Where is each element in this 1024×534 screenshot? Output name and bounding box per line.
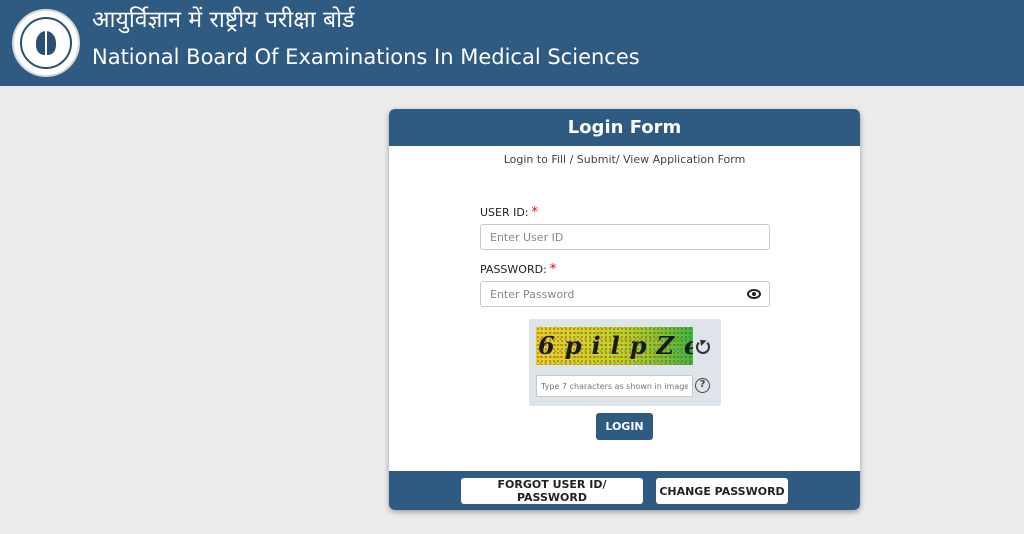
login-form-subtitle: Login to Fill / Submit/ View Application…	[503, 153, 746, 166]
eye-icon[interactable]	[747, 289, 761, 299]
site-header: आयुर्विज्ञान में राष्ट्रीय परीक्षा बोर्ड…	[0, 0, 1024, 86]
user-id-input[interactable]	[480, 224, 770, 250]
login-form-footer: FORGOT USER ID/ PASSWORD CHANGE PASSWORD	[389, 471, 860, 510]
site-title-hindi: आयुर्विज्ञान में राष्ट्रीय परीक्षा बोर्ड	[92, 7, 355, 33]
change-password-button[interactable]: CHANGE PASSWORD	[656, 478, 788, 504]
login-form-header: Login Form	[389, 109, 860, 146]
user-id-label-text: USER ID:	[480, 206, 529, 219]
help-icon[interactable]: ?	[695, 378, 710, 393]
refresh-arrow	[697, 336, 707, 347]
logo-staff	[45, 29, 47, 59]
forgot-user-id-password-button[interactable]: FORGOT USER ID/ PASSWORD	[461, 478, 643, 504]
login-form-title: Login Form	[567, 117, 682, 138]
captcha-text: 6pilpZe	[538, 331, 693, 360]
login-form-card: Login Form Login to Fill / Submit/ View …	[389, 109, 860, 510]
site-title-english: National Board Of Examinations In Medica…	[92, 45, 640, 69]
captcha-input[interactable]	[536, 375, 693, 397]
password-label-text: PASSWORD:	[480, 263, 547, 276]
nbems-logo-icon	[12, 9, 80, 77]
user-id-label: USER ID: *	[480, 206, 538, 220]
eye-pupil	[752, 292, 756, 296]
required-marker: *	[531, 205, 539, 220]
password-label: PASSWORD: *	[480, 263, 556, 277]
password-input[interactable]	[480, 281, 770, 307]
required-marker: *	[549, 262, 557, 277]
refresh-icon[interactable]	[696, 336, 710, 354]
login-button[interactable]: LOGIN	[596, 413, 653, 440]
captcha-panel: 6pilpZe ?	[529, 319, 721, 406]
logo-ring	[20, 17, 72, 69]
captcha-image: 6pilpZe	[536, 327, 693, 365]
